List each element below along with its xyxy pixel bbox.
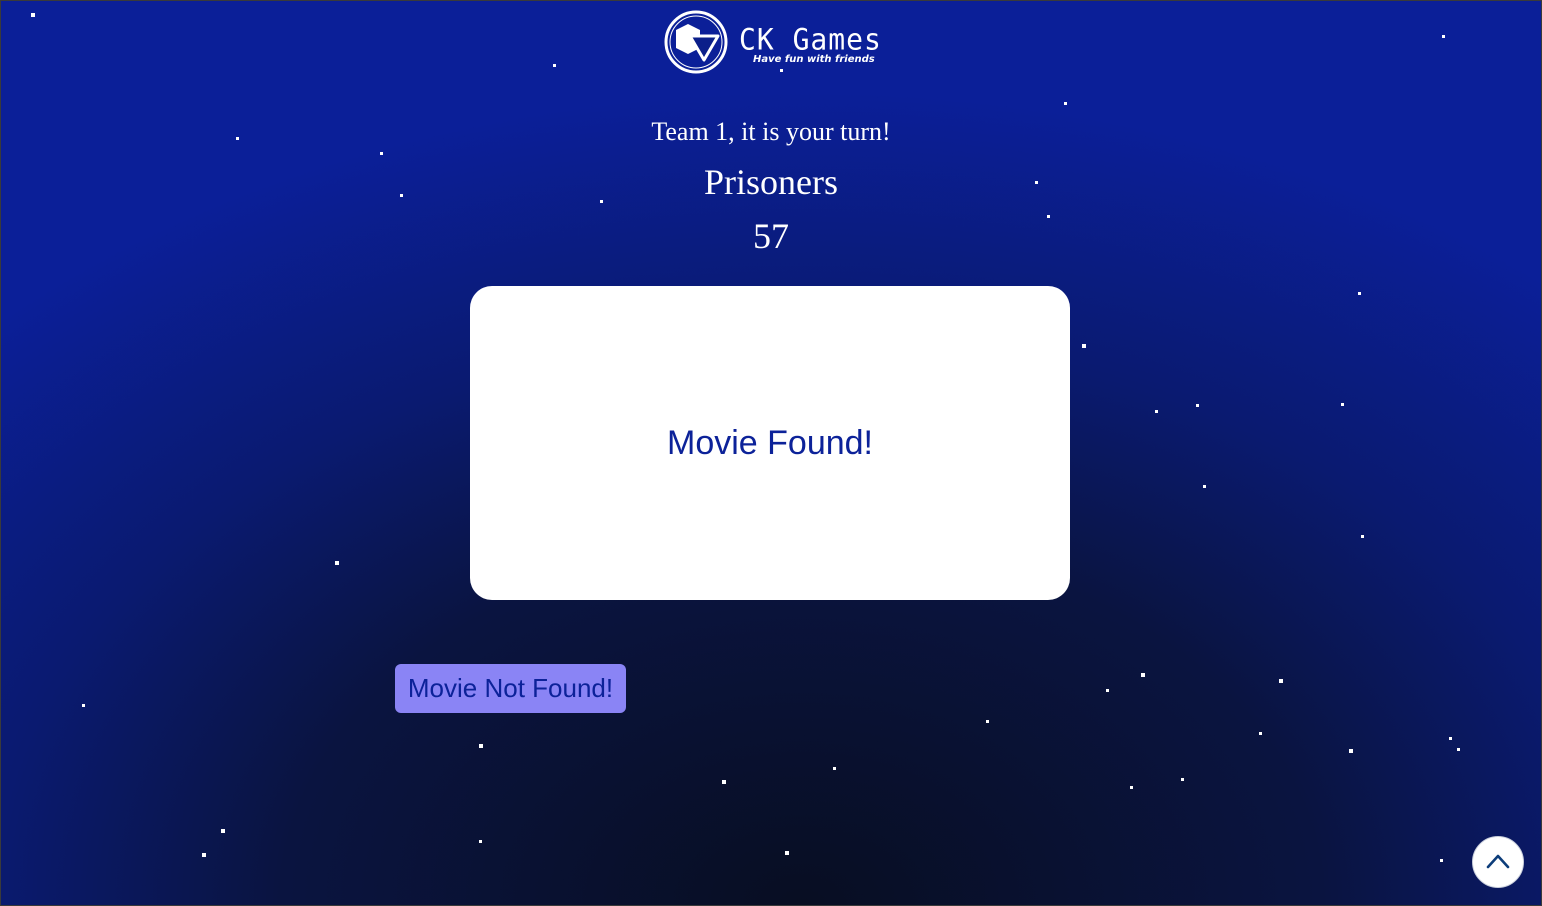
star — [1358, 292, 1361, 295]
star — [1082, 344, 1086, 348]
star — [1064, 102, 1067, 105]
star — [722, 780, 726, 784]
star — [335, 561, 339, 565]
star — [785, 851, 789, 855]
star — [221, 829, 225, 833]
site-logo[interactable]: CK Games Have fun with friends — [660, 8, 882, 76]
star — [380, 152, 383, 155]
star — [1361, 535, 1364, 538]
star — [479, 840, 482, 843]
movie-not-found-button[interactable]: Movie Not Found! — [395, 664, 626, 713]
star — [82, 704, 85, 707]
star — [202, 853, 206, 857]
star — [1196, 404, 1199, 407]
movie-category: Prisoners — [704, 162, 838, 202]
star — [1349, 749, 1353, 753]
logo-title: CK Games — [739, 22, 882, 57]
movie-found-card[interactable]: Movie Found! — [470, 286, 1070, 600]
star — [1181, 778, 1184, 781]
chevron-up-icon — [1486, 854, 1510, 869]
star — [986, 720, 989, 723]
star — [1279, 679, 1283, 683]
star — [1440, 859, 1443, 862]
star — [1203, 485, 1206, 488]
star — [31, 13, 35, 17]
star — [1141, 673, 1145, 677]
star — [1442, 35, 1445, 38]
star — [1341, 403, 1344, 406]
star — [1106, 689, 1109, 692]
star — [1259, 732, 1262, 735]
star — [553, 64, 556, 67]
turn-indicator: Team 1, it is your turn! — [651, 117, 891, 146]
star — [1457, 748, 1460, 751]
star — [1449, 737, 1452, 740]
logo-tagline: Have fun with friends — [753, 54, 875, 65]
countdown-timer: 57 — [753, 216, 789, 256]
movie-found-label: Movie Found! — [667, 423, 873, 462]
scroll-to-top-button[interactable] — [1472, 836, 1524, 888]
star — [479, 744, 483, 748]
ck-games-logo-icon — [664, 10, 728, 74]
star — [1130, 786, 1133, 789]
star — [833, 767, 836, 770]
star — [1155, 410, 1158, 413]
